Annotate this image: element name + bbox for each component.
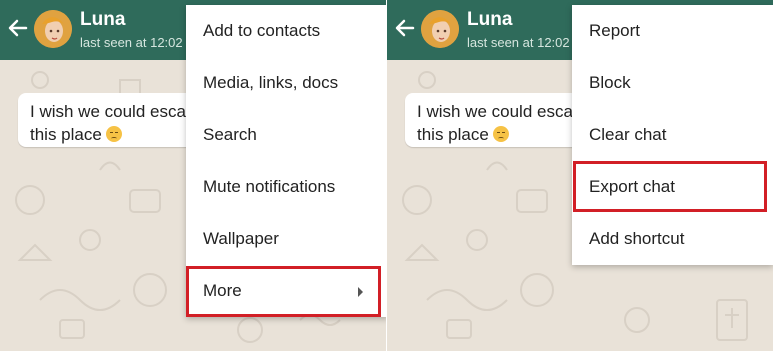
menu-item-mute-notifications[interactable]: Mute notifications [186, 161, 386, 213]
menu-item-clear-chat[interactable]: Clear chat [572, 109, 773, 161]
message-line-2: this place [30, 125, 102, 144]
back-arrow-icon[interactable] [393, 16, 417, 40]
chat-screen-right: Luna last seen at 12:02 I wish we could … [387, 0, 773, 351]
menu-item-label: Wallpaper [203, 229, 279, 248]
menu-item-search[interactable]: Search [186, 109, 386, 161]
last-seen-status: last seen at 12:02 [467, 35, 570, 50]
menu-item-label: Mute notifications [203, 177, 336, 196]
menu-item-label: Add shortcut [589, 229, 685, 248]
menu-item-label: Add to contacts [203, 21, 321, 40]
menu-item-label: Media, links, docs [203, 73, 339, 92]
avatar-image [34, 10, 72, 48]
message-line-2: this place [417, 125, 489, 144]
menu-item-add-shortcut[interactable]: Add shortcut [572, 213, 773, 265]
sad-face-emoji-icon [492, 126, 509, 142]
menu-item-label: Search [203, 125, 257, 144]
chat-screen-left: Luna last seen at 12:02 I wish we could … [0, 0, 386, 351]
message-text: I wish we could esca this place [30, 100, 186, 146]
menu-item-label: Clear chat [589, 125, 667, 144]
contact-name[interactable]: Luna [80, 9, 125, 31]
more-submenu: Report Block Clear chat Export chat Add … [572, 5, 773, 265]
menu-item-report[interactable]: Report [572, 5, 773, 57]
message-text: I wish we could esca this place [417, 100, 573, 146]
message-line-1: I wish we could esca [417, 102, 573, 121]
highlight-box-export-chat [573, 161, 767, 212]
menu-item-media-links-docs[interactable]: Media, links, docs [186, 57, 386, 109]
last-seen-status: last seen at 12:02 [80, 35, 183, 50]
avatar[interactable] [421, 10, 459, 48]
menu-item-label: Report [589, 21, 641, 40]
avatar-image [421, 10, 459, 48]
menu-item-add-to-contacts[interactable]: Add to contacts [186, 5, 386, 57]
menu-item-label: Block [589, 73, 631, 92]
message-line-1: I wish we could esca [30, 102, 186, 121]
menu-item-block[interactable]: Block [572, 57, 773, 109]
back-arrow-icon[interactable] [6, 16, 30, 40]
contact-name[interactable]: Luna [467, 9, 512, 31]
avatar[interactable] [34, 10, 72, 48]
highlight-box-more [186, 266, 381, 317]
menu-item-wallpaper[interactable]: Wallpaper [186, 213, 386, 265]
sad-face-emoji-icon [105, 126, 122, 142]
